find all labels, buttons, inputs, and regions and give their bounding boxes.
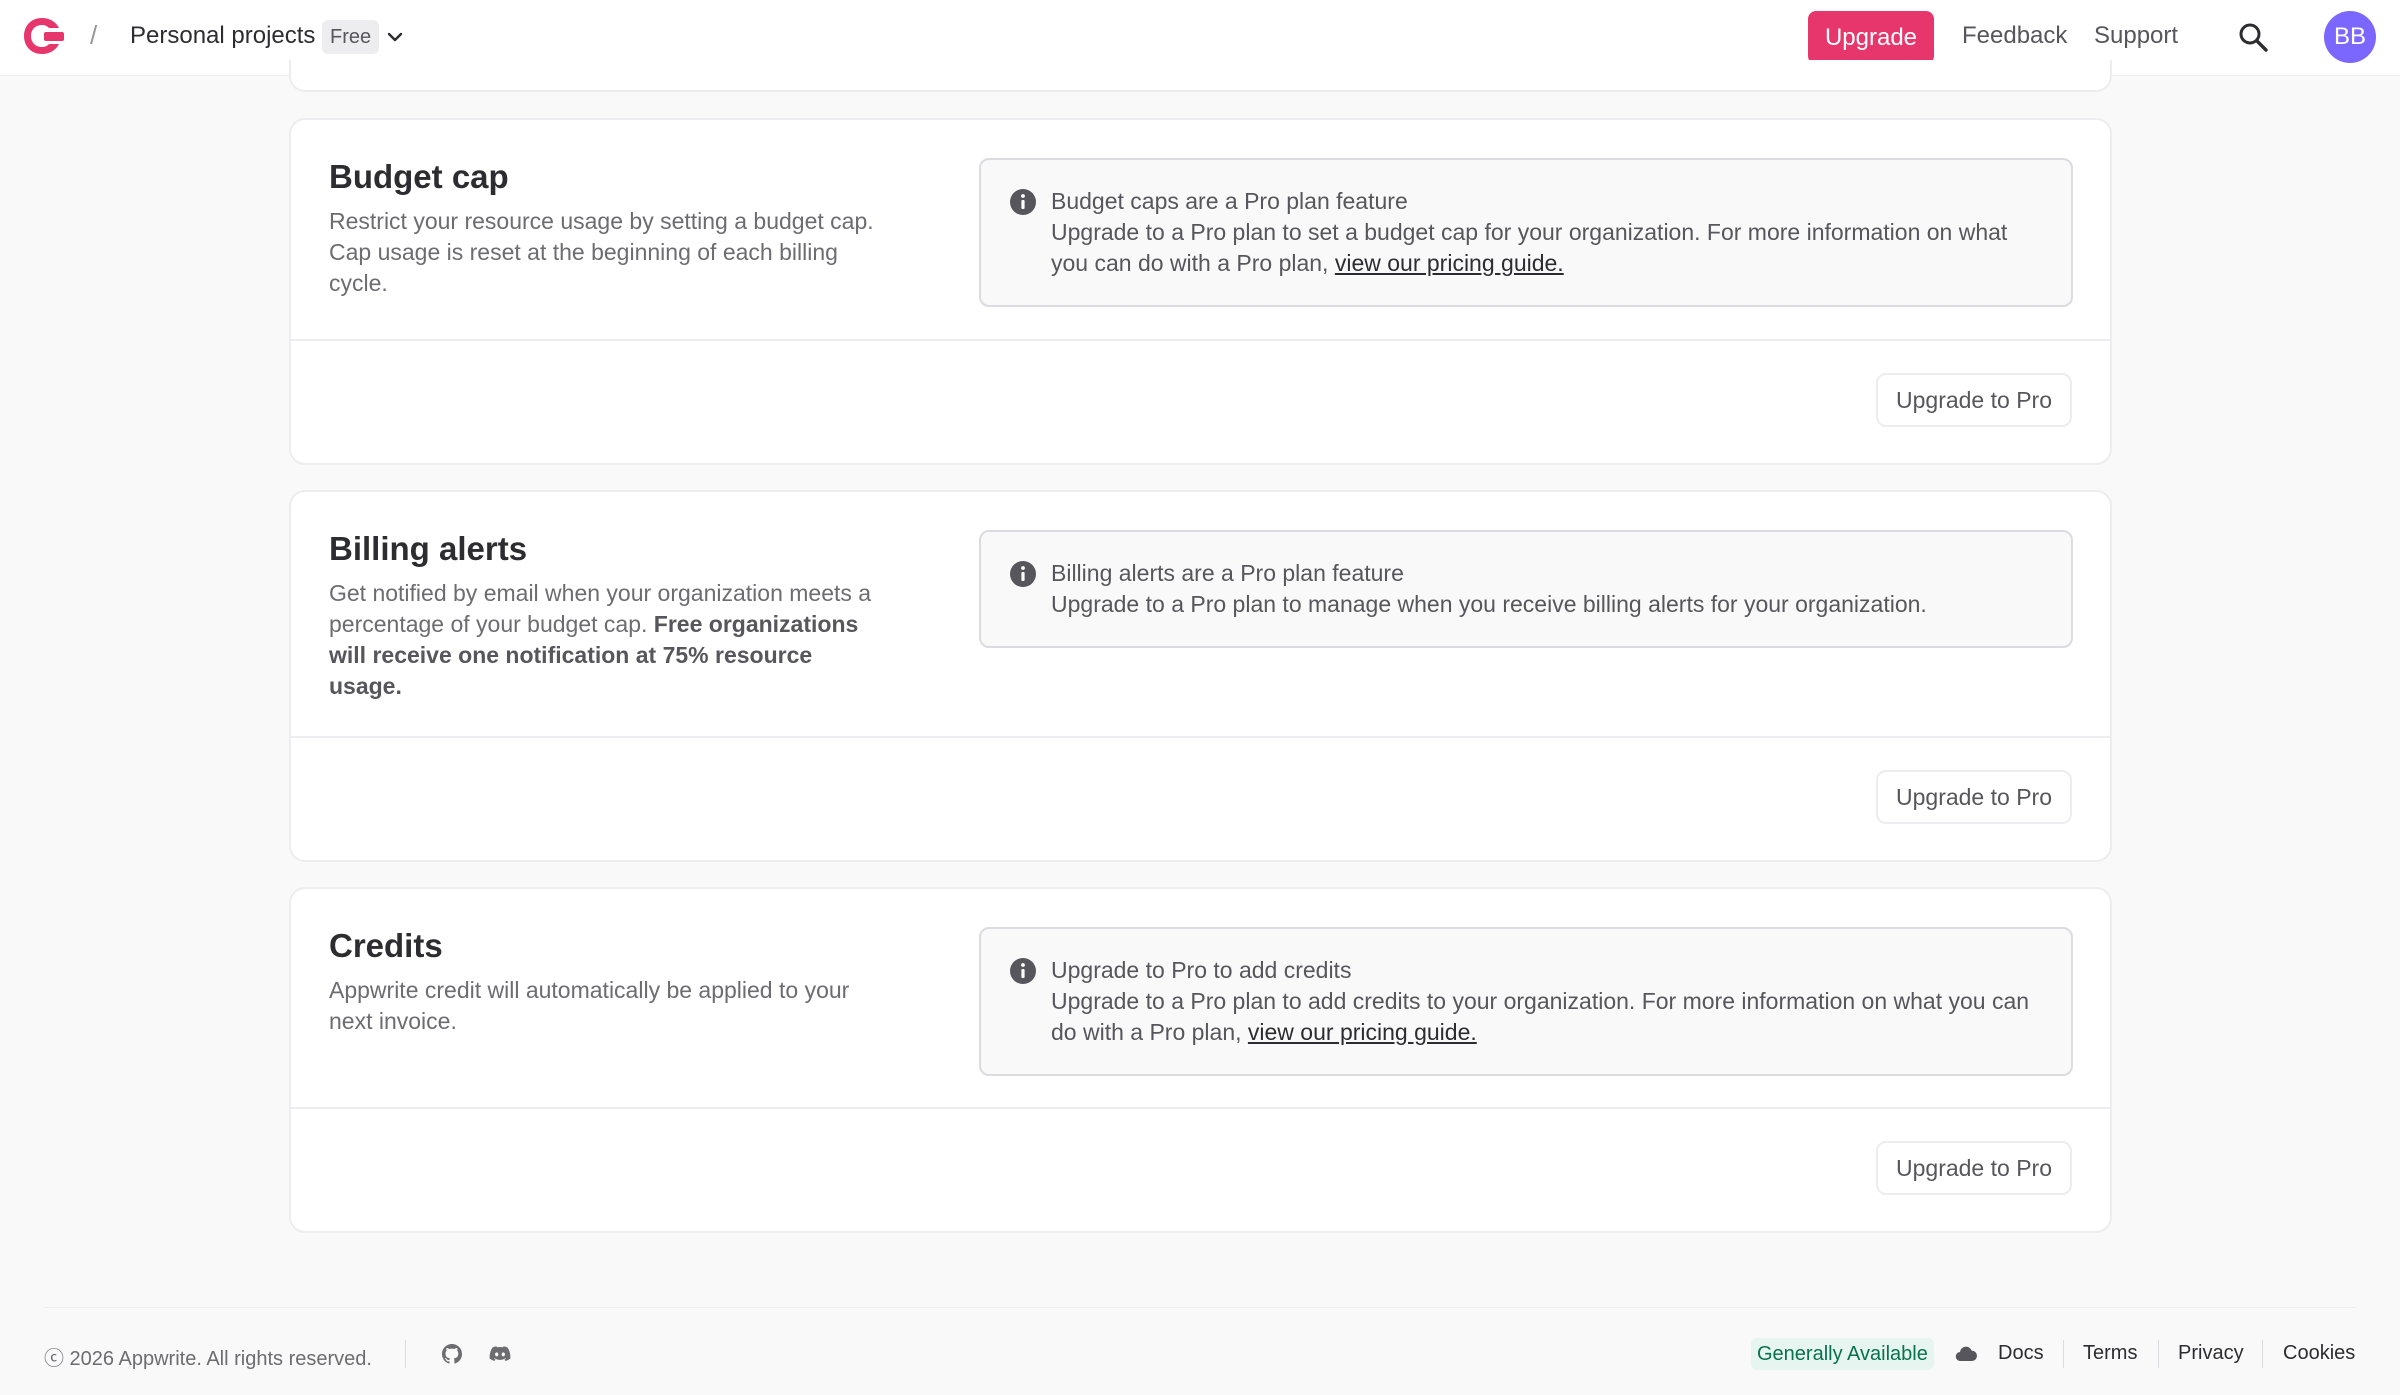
alert-title: Upgrade to Pro to add credits bbox=[1051, 957, 1352, 983]
copyright-text: ⓒ 2026 Appwrite. All rights reserved. bbox=[44, 1348, 372, 1370]
card-description: Restrict your resource usage by setting … bbox=[329, 208, 874, 296]
card-title: Credits bbox=[329, 927, 443, 964]
card-footer: Upgrade to Pro bbox=[291, 736, 2110, 860]
pricing-guide-link[interactable]: view our pricing guide. bbox=[1248, 1019, 1477, 1045]
card-footer: Upgrade to Pro bbox=[291, 1107, 2110, 1231]
alert-text: Upgrade to a Pro plan to manage when you… bbox=[1051, 591, 1927, 617]
search-icon[interactable] bbox=[2236, 20, 2270, 54]
billing-alerts-card: Billing alerts Get notified by email whe… bbox=[289, 490, 2112, 862]
footer-link-terms[interactable]: Terms bbox=[2083, 1342, 2137, 1365]
credits-card: Credits Appwrite credit will automatical… bbox=[289, 887, 2112, 1233]
card-title: Billing alerts bbox=[329, 530, 528, 567]
pro-feature-alert: Billing alerts are a Pro plan feature Up… bbox=[979, 530, 2073, 648]
feedback-link[interactable]: Feedback bbox=[1962, 22, 2067, 50]
cloud-icon bbox=[1955, 1346, 1978, 1362]
upgrade-to-pro-button[interactable]: Upgrade to Pro bbox=[1876, 1141, 2072, 1195]
pro-feature-alert: Budget caps are a Pro plan feature Upgra… bbox=[979, 158, 2073, 307]
plan-badge: Free bbox=[322, 20, 380, 54]
pricing-guide-link[interactable]: view our pricing guide. bbox=[1335, 250, 1564, 276]
organization-name[interactable]: Personal projects bbox=[130, 22, 315, 50]
footer-link-docs[interactable]: Docs bbox=[1998, 1342, 2044, 1365]
chevron-down-icon[interactable] bbox=[384, 26, 406, 48]
breadcrumb-separator: / bbox=[90, 20, 98, 50]
card-description: Get notified by email when your organiza… bbox=[329, 578, 889, 702]
alert-title: Billing alerts are a Pro plan feature bbox=[1051, 560, 1404, 586]
footer-separator bbox=[2158, 1340, 2159, 1368]
upgrade-to-pro-button[interactable]: Upgrade to Pro bbox=[1876, 770, 2072, 824]
previous-card-edge bbox=[289, 60, 2112, 92]
budget-cap-card: Budget cap Restrict your resource usage … bbox=[289, 118, 2112, 465]
footer-link-privacy[interactable]: Privacy bbox=[2178, 1342, 2244, 1365]
pro-feature-alert: Upgrade to Pro to add credits Upgrade to… bbox=[979, 927, 2073, 1076]
alert-title: Budget caps are a Pro plan feature bbox=[1051, 188, 1408, 214]
card-footer: Upgrade to Pro bbox=[291, 339, 2110, 463]
github-icon[interactable] bbox=[440, 1342, 464, 1366]
upgrade-to-pro-button[interactable]: Upgrade to Pro bbox=[1876, 373, 2072, 427]
status-badge[interactable]: Generally Available bbox=[1751, 1338, 1934, 1370]
info-icon bbox=[1010, 958, 1036, 984]
support-link[interactable]: Support bbox=[2094, 22, 2178, 50]
footer-separator bbox=[405, 1340, 406, 1368]
alert-text: Upgrade to a Pro plan to add credits to … bbox=[1051, 988, 2030, 1045]
footer-link-cookies[interactable]: Cookies bbox=[2283, 1342, 2355, 1365]
alert-body: Upgrade to a Pro plan to set a budget ca… bbox=[1051, 217, 2041, 279]
upgrade-button[interactable]: Upgrade bbox=[1808, 11, 1934, 64]
card-description: Appwrite credit will automatically be ap… bbox=[329, 977, 850, 1034]
footer-separator bbox=[2063, 1340, 2064, 1368]
alert-body: Upgrade to a Pro plan to add credits to … bbox=[1051, 986, 2041, 1048]
footer-separator bbox=[2262, 1340, 2263, 1368]
appwrite-logo-icon[interactable] bbox=[22, 16, 66, 56]
discord-icon[interactable] bbox=[488, 1342, 512, 1366]
card-title: Budget cap bbox=[329, 158, 509, 195]
info-icon bbox=[1010, 561, 1036, 587]
footer-divider bbox=[44, 1307, 2356, 1308]
user-avatar[interactable]: BB bbox=[2324, 11, 2376, 63]
info-icon bbox=[1010, 189, 1036, 215]
